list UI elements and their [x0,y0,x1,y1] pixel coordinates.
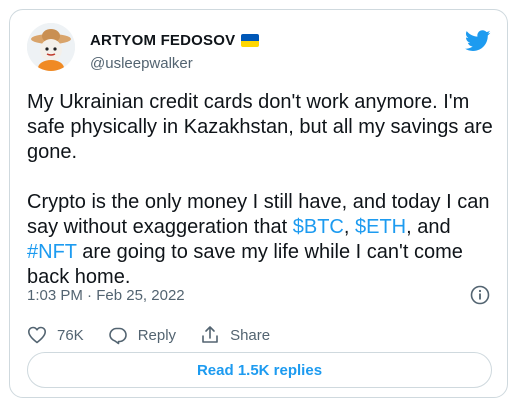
read-replies-button[interactable]: Read 1.5K replies [27,352,492,388]
btc-cashtag-link[interactable]: $BTC [293,216,344,238]
share-icon [202,326,218,343]
share-button[interactable]: Share [200,325,270,345]
ukraine-flag-icon [241,34,260,47]
tweet-actions: 76K Reply Share [27,325,294,345]
tweet-paragraph-2: Crypto is the only money I still have, a… [27,191,490,288]
tweet-paragraph-1: My Ukrainian credit cards don't work any… [27,91,493,163]
reply-button[interactable]: Reply [108,325,176,345]
tweet-time[interactable]: 1:03 PM [27,287,83,304]
tweet-timestamp[interactable]: 1:03 PM · Feb 25, 2022 [27,287,185,304]
avatar[interactable] [27,23,75,71]
read-replies-label: Read 1.5K replies [196,361,323,379]
eth-cashtag-link[interactable]: $ETH [355,216,406,238]
tweet-text: My Ukrainian credit cards don't work any… [27,90,495,290]
info-icon[interactable] [470,285,490,305]
twitter-bird-icon[interactable] [465,30,491,52]
nft-hashtag-link[interactable]: #NFT [27,241,77,263]
reply-label: Reply [137,326,177,344]
author-name[interactable]: ARTYOM FEDOSOV [90,32,235,49]
like-button[interactable]: 76K [27,325,84,345]
tweet-card[interactable]: ARTYOM FEDOSOV @usleepwalker My Ukrainia… [9,9,508,398]
reply-icon [108,327,127,345]
author-handle[interactable]: @usleepwalker [90,55,193,72]
share-label: Share [230,326,271,344]
tweet-date[interactable]: Feb 25, 2022 [96,287,184,304]
like-count: 76K [57,326,84,344]
heart-icon [28,326,46,344]
